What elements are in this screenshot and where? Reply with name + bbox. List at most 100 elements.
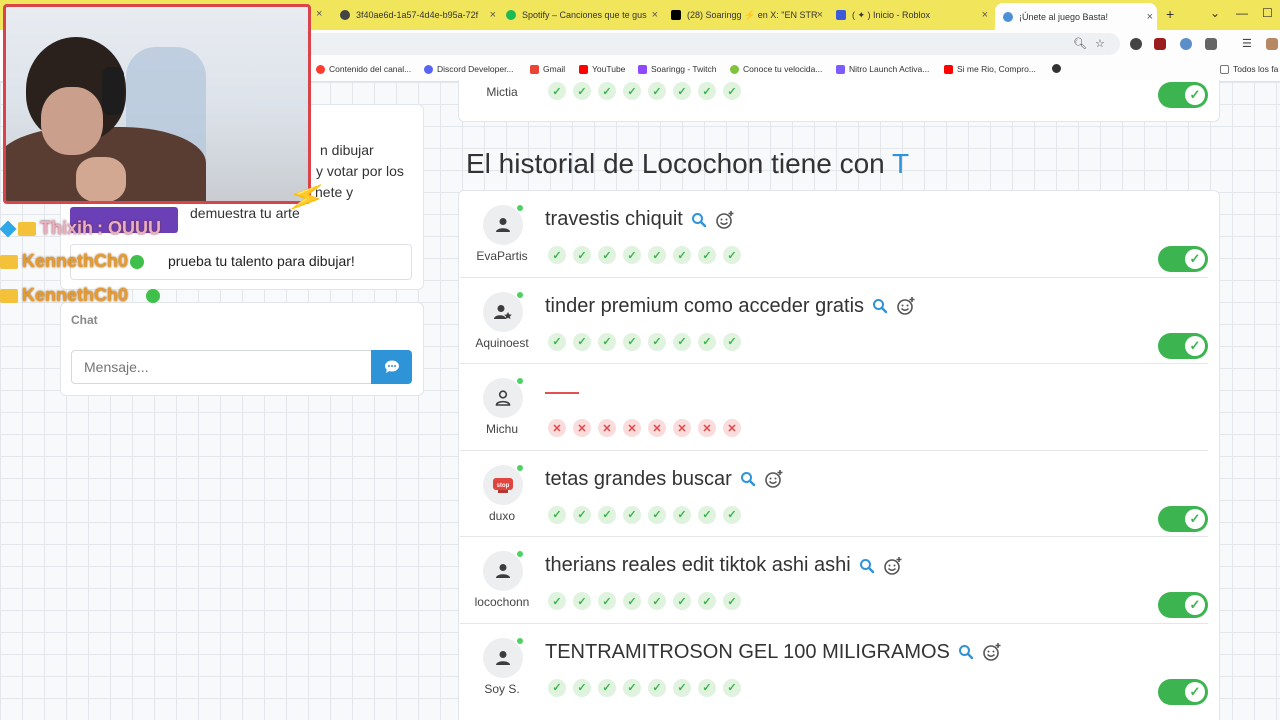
tab-roblox[interactable]: ( ✦ ) Inicio - Roblox × bbox=[836, 4, 992, 26]
vote-check-icon[interactable]: ✓ bbox=[698, 332, 716, 351]
chat-message-input[interactable] bbox=[71, 350, 372, 384]
extension-icon[interactable] bbox=[1180, 38, 1192, 50]
bookmark-item[interactable]: Contenido del canal... bbox=[316, 64, 411, 74]
vote-cross-icon[interactable]: ✕ bbox=[648, 419, 666, 437]
vote-check-icon[interactable]: ✓ bbox=[548, 592, 566, 610]
zoom-icon[interactable]: 🔍︎ bbox=[1073, 37, 1087, 50]
vote-check-icon[interactable]: ✓ bbox=[573, 505, 591, 524]
vote-check-icon[interactable]: ✓ bbox=[723, 592, 741, 610]
vote-check-icon[interactable]: ✓ bbox=[698, 505, 716, 524]
add-reaction-icon[interactable] bbox=[896, 296, 916, 316]
vote-cross-icon[interactable]: ✕ bbox=[598, 419, 616, 437]
close-icon[interactable]: × bbox=[490, 9, 496, 21]
close-icon[interactable]: × bbox=[817, 9, 823, 21]
bookmark-folder[interactable]: Todos los fa bbox=[1220, 64, 1278, 74]
vote-check-icon[interactable]: ✓ bbox=[598, 592, 616, 610]
vote-check-icon[interactable]: ✓ bbox=[598, 246, 616, 264]
close-icon[interactable]: × bbox=[652, 9, 658, 21]
bookmark-item[interactable]: Gmail bbox=[530, 64, 565, 74]
vote-check-icon[interactable]: ✓ bbox=[598, 332, 616, 351]
vote-check-icon[interactable]: ✓ bbox=[673, 246, 691, 264]
vote-check-icon[interactable]: ✓ bbox=[573, 246, 591, 264]
vote-check-icon[interactable]: ✓ bbox=[698, 246, 716, 264]
add-reaction-icon[interactable] bbox=[715, 210, 735, 230]
bookmark-item[interactable]: Soaringg - Twitch bbox=[638, 64, 717, 74]
valid-toggle[interactable]: ✓ bbox=[1158, 82, 1208, 108]
vote-cross-icon[interactable]: ✕ bbox=[548, 419, 566, 437]
star-icon[interactable]: ☆ bbox=[1095, 37, 1105, 50]
bookmark-item[interactable]: Discord Developer... bbox=[424, 64, 514, 74]
new-tab-icon[interactable]: + bbox=[1166, 6, 1174, 22]
search-icon[interactable] bbox=[872, 298, 888, 314]
vote-check-icon[interactable]: ✓ bbox=[623, 246, 641, 264]
vote-check-icon[interactable]: ✓ bbox=[648, 332, 666, 351]
add-reaction-icon[interactable] bbox=[883, 556, 903, 576]
vote-check-icon[interactable]: ✓ bbox=[648, 82, 666, 100]
valid-toggle[interactable]: ✓ bbox=[1158, 678, 1208, 705]
vote-check-icon[interactable]: ✓ bbox=[723, 678, 741, 697]
vote-check-icon[interactable]: ✓ bbox=[623, 505, 641, 524]
close-icon[interactable]: × bbox=[316, 8, 322, 20]
search-icon[interactable] bbox=[859, 558, 875, 574]
bookmark-item[interactable]: Nitro Launch Activa... bbox=[836, 64, 929, 74]
bookmark-item[interactable]: Conoce tu velocida... bbox=[730, 64, 822, 74]
valid-toggle[interactable]: ✓ bbox=[1158, 592, 1208, 618]
vote-cross-icon[interactable]: ✕ bbox=[573, 419, 591, 437]
vote-check-icon[interactable]: ✓ bbox=[548, 678, 566, 697]
valid-toggle[interactable]: ✓ bbox=[1158, 246, 1208, 272]
puzzle-icon[interactable] bbox=[1205, 38, 1217, 50]
vote-check-icon[interactable]: ✓ bbox=[698, 592, 716, 610]
tab-spotify[interactable]: Spotify – Canciones que te gus × bbox=[506, 4, 662, 26]
vote-check-icon[interactable]: ✓ bbox=[623, 82, 641, 100]
vote-check-icon[interactable]: ✓ bbox=[623, 332, 641, 351]
send-message-button[interactable] bbox=[371, 350, 412, 384]
vote-check-icon[interactable]: ✓ bbox=[648, 678, 666, 697]
vote-check-icon[interactable]: ✓ bbox=[548, 332, 566, 351]
add-reaction-icon[interactable] bbox=[764, 469, 784, 489]
vote-check-icon[interactable]: ✓ bbox=[698, 82, 716, 100]
vote-check-icon[interactable]: ✓ bbox=[723, 82, 741, 100]
vote-cross-icon[interactable]: ✕ bbox=[698, 419, 716, 437]
search-icon[interactable] bbox=[958, 644, 974, 660]
vote-check-icon[interactable]: ✓ bbox=[648, 592, 666, 610]
tab-x[interactable]: (28) Soaringg ⚡ en X: "EN STR × bbox=[671, 4, 827, 26]
chevron-down-icon[interactable]: ⌄ bbox=[1210, 6, 1220, 20]
minimize-icon[interactable]: — bbox=[1236, 6, 1248, 20]
vote-check-icon[interactable]: ✓ bbox=[648, 505, 666, 524]
extension-icon[interactable] bbox=[1130, 38, 1142, 50]
vote-check-icon[interactable]: ✓ bbox=[673, 592, 691, 610]
search-icon[interactable] bbox=[691, 212, 707, 228]
valid-toggle[interactable]: ✓ bbox=[1158, 505, 1208, 532]
menu-list-icon[interactable]: ☰ bbox=[1242, 37, 1252, 50]
vote-check-icon[interactable]: ✓ bbox=[573, 678, 591, 697]
vote-check-icon[interactable]: ✓ bbox=[673, 82, 691, 100]
bookmark-item[interactable]: Si me Rio, Compro... bbox=[944, 64, 1036, 74]
vote-check-icon[interactable]: ✓ bbox=[623, 678, 641, 697]
vote-check-icon[interactable]: ✓ bbox=[573, 332, 591, 351]
search-icon[interactable] bbox=[740, 471, 756, 487]
vote-check-icon[interactable]: ✓ bbox=[598, 82, 616, 100]
tab-basta[interactable]: ¡Únete al juego Basta! × bbox=[995, 3, 1157, 30]
close-icon[interactable]: × bbox=[1147, 11, 1153, 23]
vote-check-icon[interactable]: ✓ bbox=[573, 592, 591, 610]
valid-toggle[interactable]: ✓ bbox=[1158, 332, 1208, 359]
address-input[interactable] bbox=[300, 33, 1120, 55]
vote-check-icon[interactable]: ✓ bbox=[598, 505, 616, 524]
tab-guid[interactable]: 3f40ae6d-1a57-4d4e-b95a-72f × bbox=[340, 4, 500, 26]
extension-icon[interactable] bbox=[1154, 38, 1166, 50]
vote-cross-icon[interactable]: ✕ bbox=[723, 419, 741, 437]
vote-check-icon[interactable]: ✓ bbox=[548, 246, 566, 264]
maximize-icon[interactable]: ☐ bbox=[1262, 6, 1273, 20]
vote-check-icon[interactable]: ✓ bbox=[673, 505, 691, 524]
vote-check-icon[interactable]: ✓ bbox=[648, 246, 666, 264]
vote-check-icon[interactable]: ✓ bbox=[548, 505, 566, 524]
vote-cross-icon[interactable]: ✕ bbox=[673, 419, 691, 437]
vote-cross-icon[interactable]: ✕ bbox=[623, 419, 641, 437]
bookmark-item[interactable] bbox=[1052, 64, 1065, 73]
vote-check-icon[interactable]: ✓ bbox=[723, 332, 741, 351]
vote-check-icon[interactable]: ✓ bbox=[723, 505, 741, 524]
vote-check-icon[interactable]: ✓ bbox=[598, 678, 616, 697]
bookmark-item[interactable]: YouTube bbox=[579, 64, 625, 74]
vote-check-icon[interactable]: ✓ bbox=[698, 678, 716, 697]
avatar[interactable] bbox=[1266, 38, 1278, 50]
